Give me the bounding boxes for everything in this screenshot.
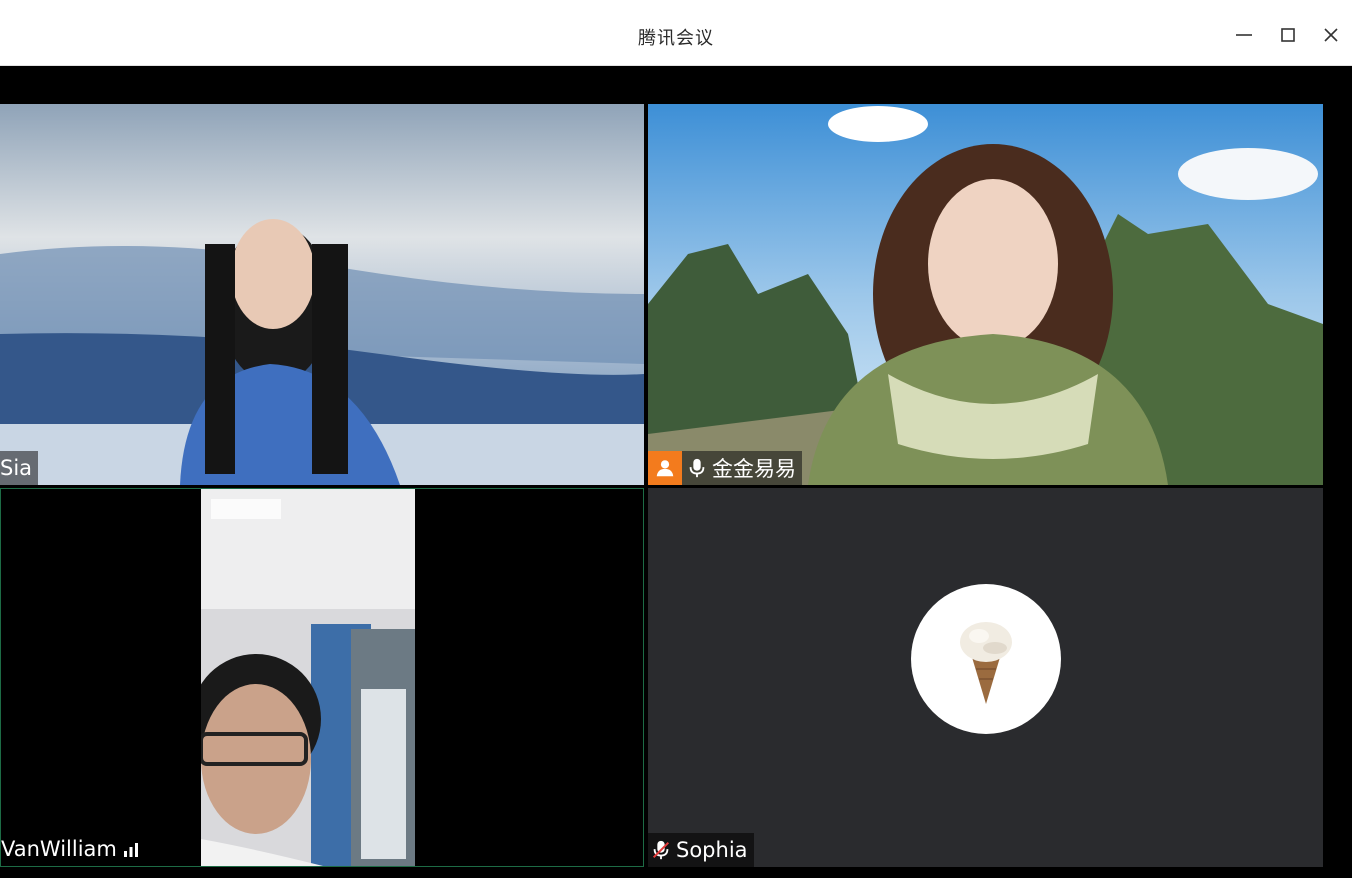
maximize-button[interactable] [1273,20,1303,50]
participant-label: Sia [0,451,39,485]
video-tile-vanwilliam[interactable]: VanWilliam [0,488,644,867]
video-feed [201,489,415,866]
video-feed [0,104,644,485]
video-feed [648,104,1323,485]
participant-name: VanWilliam [1,837,117,861]
participant-label: 金金易易 [648,451,802,485]
minimize-icon [1236,34,1252,36]
participant-name: 金金易易 [712,457,796,481]
close-button[interactable] [1316,20,1346,50]
maximize-icon [1281,28,1295,42]
video-tile-sophia[interactable]: Sophia [648,488,1323,867]
close-icon [1324,28,1338,42]
participant-label: Sophia [648,833,754,867]
avatar [911,584,1061,734]
ice-cream-icon [960,622,1012,704]
host-icon [656,460,674,477]
minimize-button[interactable] [1229,20,1259,50]
microphone-icon [686,457,708,479]
participant-label: VanWilliam [1,832,147,866]
window-title: 腾讯会议 [638,28,714,49]
title-bar: 腾讯会议 [0,0,1352,66]
participant-name: Sophia [676,838,748,862]
video-grid: Sia 金金易易 VanWilliam Sophia [0,66,1352,878]
signal-strength-icon [121,839,141,859]
microphone-muted-icon [650,839,672,861]
host-badge [648,451,682,485]
video-tile-sia[interactable]: Sia [0,104,644,485]
participant-name: Sia [0,456,33,480]
video-tile-host[interactable]: 金金易易 [648,104,1323,485]
